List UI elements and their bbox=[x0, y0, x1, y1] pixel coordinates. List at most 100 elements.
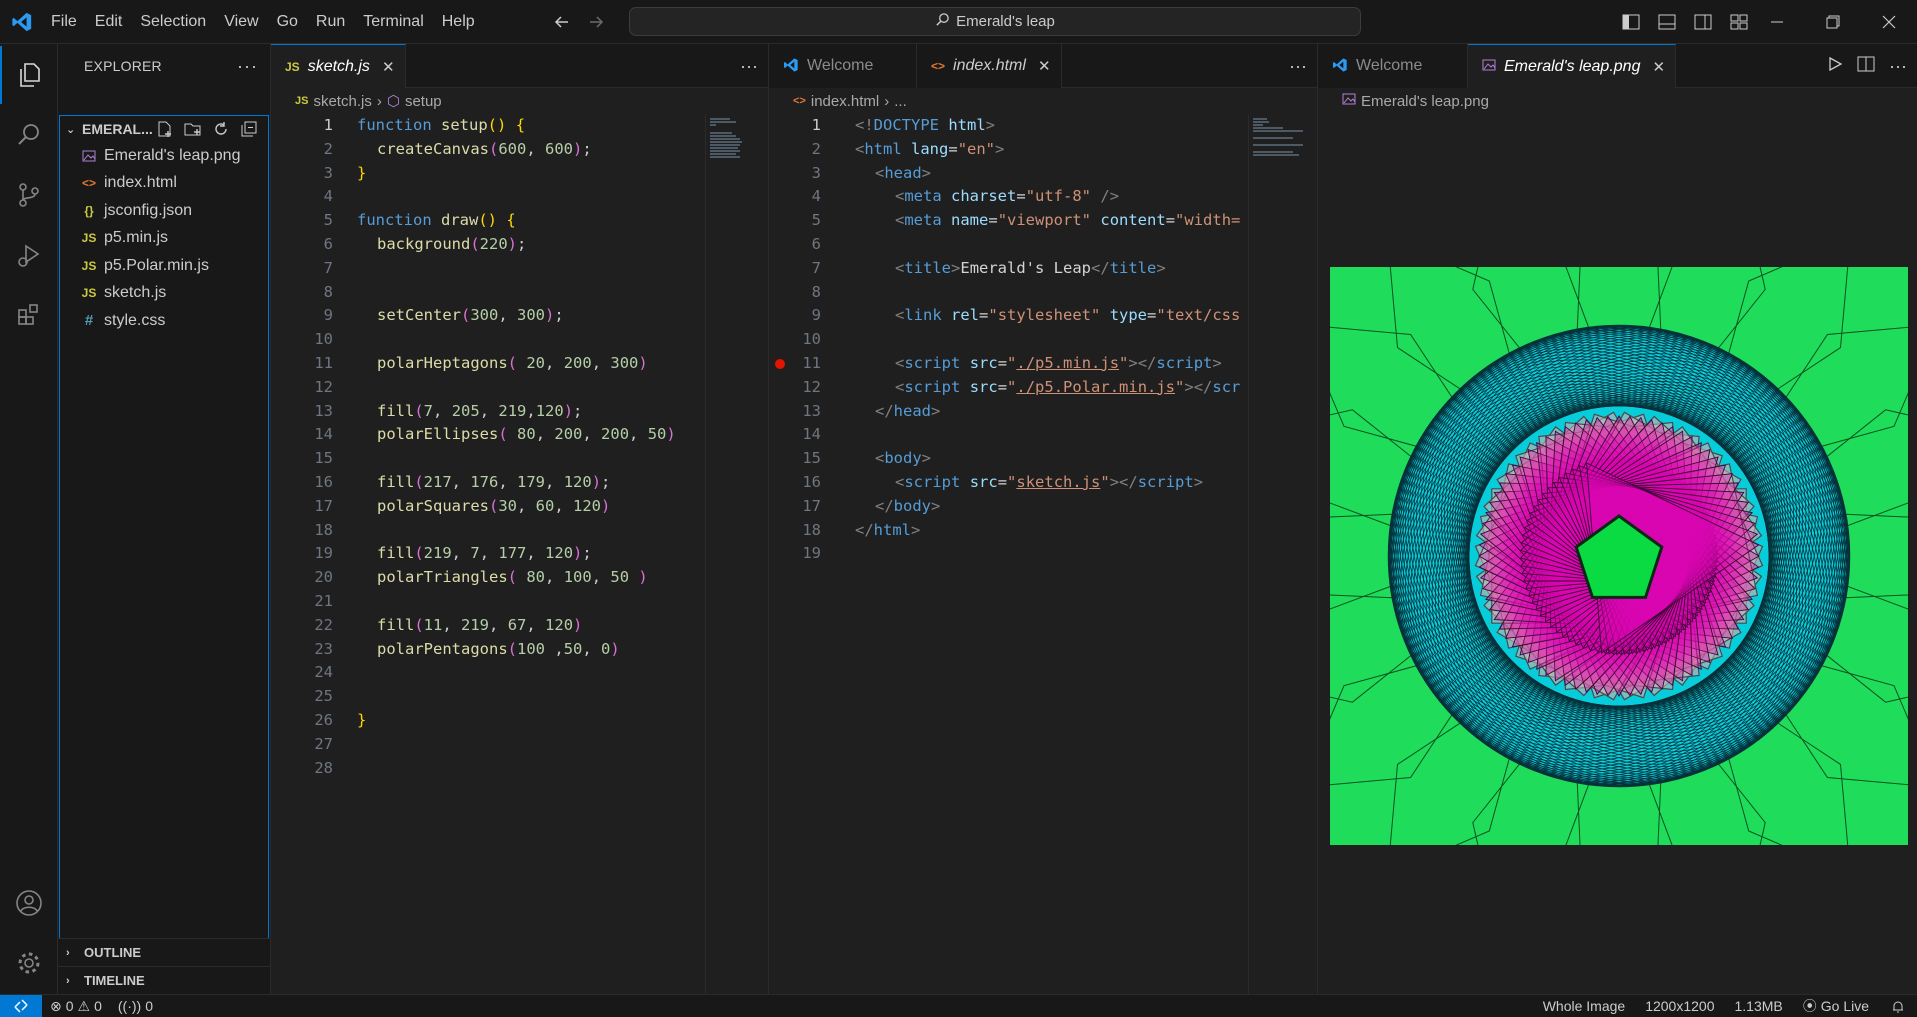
breadcrumb-file[interactable]: sketch.js bbox=[313, 93, 371, 110]
broadcast-icon: ⦿ bbox=[1802, 998, 1817, 1014]
error-icon: ⊗ bbox=[50, 997, 62, 1014]
command-center-label: Emerald's leap bbox=[956, 13, 1055, 30]
menu-help[interactable]: Help bbox=[433, 0, 484, 44]
new-file-icon[interactable] bbox=[154, 118, 176, 140]
file-name: jsconfig.json bbox=[104, 201, 193, 219]
minimap[interactable] bbox=[1248, 114, 1317, 994]
problems-indicator[interactable]: ⊗ 0 ⚠ 0 bbox=[42, 995, 110, 1017]
menu-selection[interactable]: Selection bbox=[131, 0, 215, 44]
chevron-down-icon: ⌄ bbox=[66, 123, 76, 136]
breadcrumb-file[interactable]: Emerald's leap.png bbox=[1361, 93, 1489, 110]
image-preview[interactable] bbox=[1330, 267, 1908, 845]
run-and-debug-icon[interactable] bbox=[0, 226, 58, 284]
collapse-all-icon[interactable] bbox=[238, 118, 260, 140]
cube-symbol-icon: ⬡ bbox=[386, 93, 400, 110]
breadcrumb-file[interactable]: index.html bbox=[811, 93, 879, 110]
restore-icon[interactable] bbox=[1805, 0, 1861, 44]
toggle-panel-icon[interactable] bbox=[1653, 8, 1681, 36]
search-icon bbox=[935, 12, 950, 31]
manage-gear-icon[interactable] bbox=[0, 934, 58, 992]
close-tab-icon[interactable]: ✕ bbox=[1038, 57, 1051, 75]
tab-welcome[interactable]: Welcome bbox=[769, 44, 917, 88]
explorer-sidebar: EXPLORER ··· ⌄ EMERAL... Emerald's leap.… bbox=[58, 44, 271, 994]
tab-index-html[interactable]: <> index.html ✕ bbox=[917, 44, 1062, 88]
close-tab-icon[interactable]: ✕ bbox=[382, 58, 395, 76]
html-file-icon: <> bbox=[81, 176, 96, 191]
tab-bar: JS sketch.js ✕ ··· bbox=[271, 44, 768, 88]
zoom-scope[interactable]: Whole Image bbox=[1533, 995, 1635, 1017]
editor-group-index: Welcome <> index.html ✕ ··· <> index.htm… bbox=[769, 44, 1318, 994]
workspace-folder[interactable]: ⌄ EMERAL... bbox=[60, 116, 268, 142]
breakpoint-icon[interactable] bbox=[775, 358, 785, 369]
code-editor[interactable]: 1 <!DOCTYPE html> 2 <html lang="en"> 3 <hea… bbox=[769, 114, 1250, 994]
image-file-icon bbox=[78, 149, 100, 163]
accounts-icon[interactable] bbox=[0, 874, 58, 932]
outline-label: OUTLINE bbox=[84, 945, 142, 960]
tab-label: sketch.js bbox=[307, 57, 370, 75]
more-actions-icon[interactable]: ··· bbox=[740, 56, 758, 77]
tab-welcome[interactable]: Welcome bbox=[1318, 44, 1468, 88]
more-actions-icon[interactable]: ··· bbox=[1889, 56, 1907, 77]
ports-indicator[interactable]: ((·)) 0 bbox=[110, 995, 161, 1017]
file-item-jsconfig-json[interactable]: {} jsconfig.json bbox=[60, 197, 268, 225]
split-editor-icon[interactable] bbox=[1857, 56, 1875, 76]
refresh-icon[interactable] bbox=[210, 118, 232, 140]
file-item-style-css[interactable]: # style.css bbox=[60, 307, 268, 335]
file-item-sketch-js[interactable]: JS sketch.js bbox=[60, 280, 268, 308]
vscode-logo-icon bbox=[783, 57, 799, 76]
minimize-icon[interactable] bbox=[1749, 0, 1805, 44]
more-actions-icon[interactable]: ··· bbox=[237, 56, 258, 77]
error-count: 0 bbox=[65, 998, 74, 1014]
toggle-secondary-sidebar-icon[interactable] bbox=[1689, 8, 1717, 36]
tab-bar: Welcome Emerald's leap.png ✕ ··· bbox=[1318, 44, 1917, 88]
file-name: index.html bbox=[104, 174, 177, 192]
close-window-icon[interactable] bbox=[1861, 0, 1917, 44]
forward-arrow-icon[interactable] bbox=[584, 10, 608, 34]
sketch-artwork bbox=[1330, 267, 1908, 845]
file-item-emeralds-leap-png[interactable]: Emerald's leap.png bbox=[60, 142, 268, 170]
notifications-bell-icon[interactable] bbox=[1879, 995, 1917, 1017]
run-icon[interactable] bbox=[1827, 56, 1843, 76]
menu-file[interactable]: File bbox=[42, 0, 86, 44]
search-icon[interactable] bbox=[0, 106, 58, 164]
menu-go[interactable]: Go bbox=[268, 0, 307, 44]
file-item-p5-min-js[interactable]: JS p5.min.js bbox=[60, 225, 268, 253]
tab-emeralds-leap-png[interactable]: Emerald's leap.png ✕ bbox=[1468, 44, 1677, 88]
breadcrumb-symbol[interactable]: setup bbox=[405, 93, 442, 110]
tab-label: index.html bbox=[953, 57, 1026, 74]
menu-view[interactable]: View bbox=[215, 0, 267, 44]
code-editor[interactable]: 1 function setup() { 2 createCanvas(600, 6… bbox=[271, 114, 708, 994]
toggle-primary-sidebar-icon[interactable] bbox=[1617, 8, 1645, 36]
breadcrumb: <> index.html › ... bbox=[769, 88, 1317, 114]
html-file-icon: <> bbox=[793, 95, 806, 107]
menu-edit[interactable]: Edit bbox=[86, 0, 132, 44]
close-tab-icon[interactable]: ✕ bbox=[1652, 58, 1665, 76]
menu-run[interactable]: Run bbox=[307, 0, 354, 44]
extensions-icon[interactable] bbox=[0, 286, 58, 344]
image-file-icon bbox=[1342, 92, 1356, 110]
go-live-button[interactable]: ⦿ Go Live bbox=[1793, 995, 1879, 1017]
file-name: p5.min.js bbox=[104, 229, 169, 247]
js-file-icon: JS bbox=[81, 231, 97, 246]
image-file-icon bbox=[1482, 58, 1496, 75]
minimap[interactable] bbox=[705, 114, 749, 994]
outline-section[interactable]: › OUTLINE bbox=[58, 938, 271, 966]
css-file-icon: # bbox=[84, 312, 94, 330]
new-folder-icon[interactable] bbox=[182, 118, 204, 140]
warning-count: 0 bbox=[94, 998, 102, 1014]
remote-indicator-icon[interactable] bbox=[0, 994, 42, 1017]
tab-sketch-js[interactable]: JS sketch.js ✕ bbox=[271, 44, 406, 88]
chevron-right-icon: › bbox=[66, 974, 70, 987]
back-arrow-icon[interactable] bbox=[550, 10, 574, 34]
more-actions-icon[interactable]: ··· bbox=[1289, 56, 1307, 77]
timeline-section[interactable]: › TIMELINE bbox=[58, 966, 271, 994]
explorer-icon[interactable] bbox=[0, 46, 58, 104]
menu-terminal[interactable]: Terminal bbox=[354, 0, 432, 44]
file-item-index-html[interactable]: <> index.html bbox=[60, 170, 268, 198]
command-center-search[interactable]: Emerald's leap bbox=[629, 7, 1361, 36]
source-control-icon[interactable] bbox=[0, 166, 58, 224]
folder-name: EMERAL... bbox=[82, 121, 153, 137]
breadcrumb-rest[interactable]: ... bbox=[894, 93, 907, 110]
file-item-p5-polar-min-js[interactable]: JS p5.Polar.min.js bbox=[60, 252, 268, 280]
vscode-logo-icon bbox=[2, 0, 42, 44]
